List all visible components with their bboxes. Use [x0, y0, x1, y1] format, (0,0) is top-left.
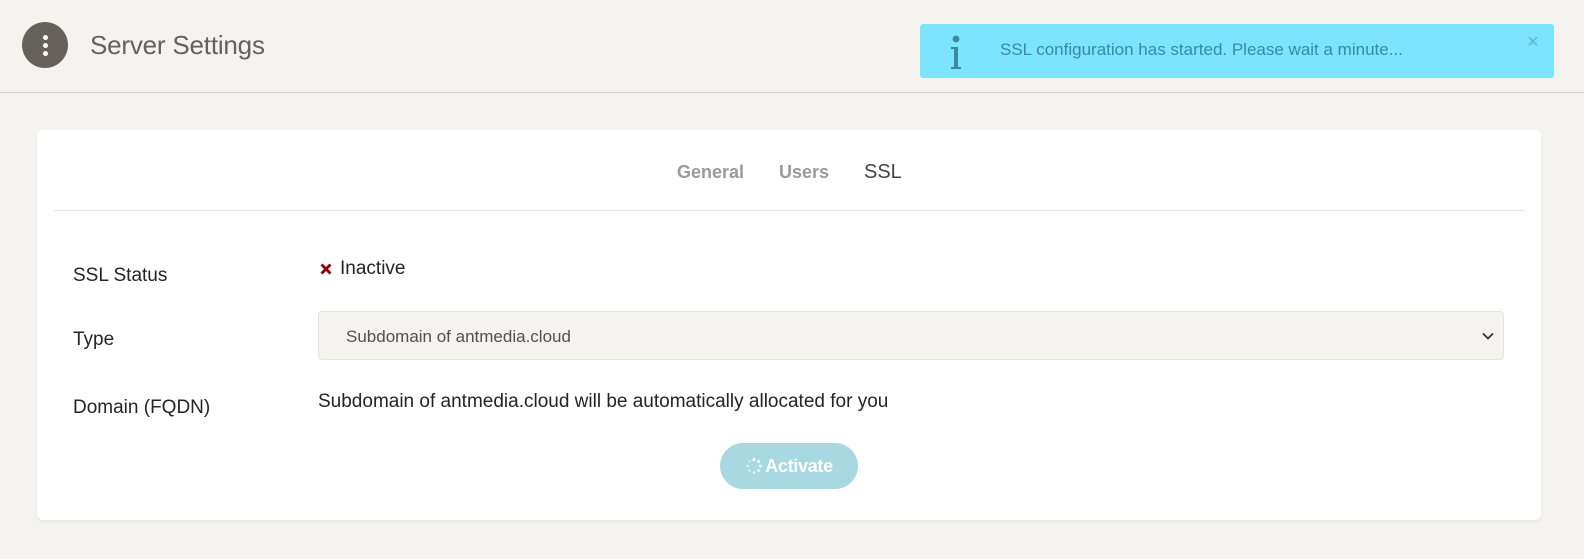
spinner-icon — [746, 457, 763, 474]
activate-button-label: Activate — [765, 455, 833, 476]
vertical-dots-icon-dot-3 — [42, 50, 48, 56]
x-mark-icon — [320, 263, 332, 275]
ssl-status-value: Inactive — [318, 258, 405, 280]
close-icon[interactable]: × — [1524, 32, 1542, 52]
type-select[interactable]: Subdomain of antmedia.cloud — [318, 311, 1504, 360]
chevron-down-icon — [1482, 332, 1494, 340]
vertical-dots-icon-dot-2 — [42, 42, 48, 48]
tab-users[interactable]: Users — [779, 162, 829, 183]
tab-general[interactable]: General — [677, 162, 744, 183]
tab-ssl[interactable]: SSL — [864, 161, 902, 184]
settings-card: General Users SSL SSL Status Inactive Ty… — [37, 130, 1541, 520]
type-label: Type — [73, 329, 115, 350]
ssl-status-text: Inactive — [340, 258, 406, 279]
domain-value: Subdomain of antmedia.cloud will be auto… — [318, 391, 889, 412]
page-title: Server Settings — [90, 30, 265, 60]
notification-message: SSL configuration has started. Please wa… — [1000, 40, 1403, 59]
sidebar-toggle-button[interactable] — [22, 22, 68, 68]
ssl-status-label: SSL Status — [73, 265, 168, 286]
vertical-dots-icon — [42, 34, 48, 40]
info-icon — [951, 35, 961, 69]
domain-label: Domain (FQDN) — [73, 397, 211, 418]
activate-button[interactable]: Activate — [720, 443, 858, 489]
settings-tabs: General Users SSL — [54, 130, 1524, 211]
type-select-value: Subdomain of antmedia.cloud — [346, 327, 571, 346]
